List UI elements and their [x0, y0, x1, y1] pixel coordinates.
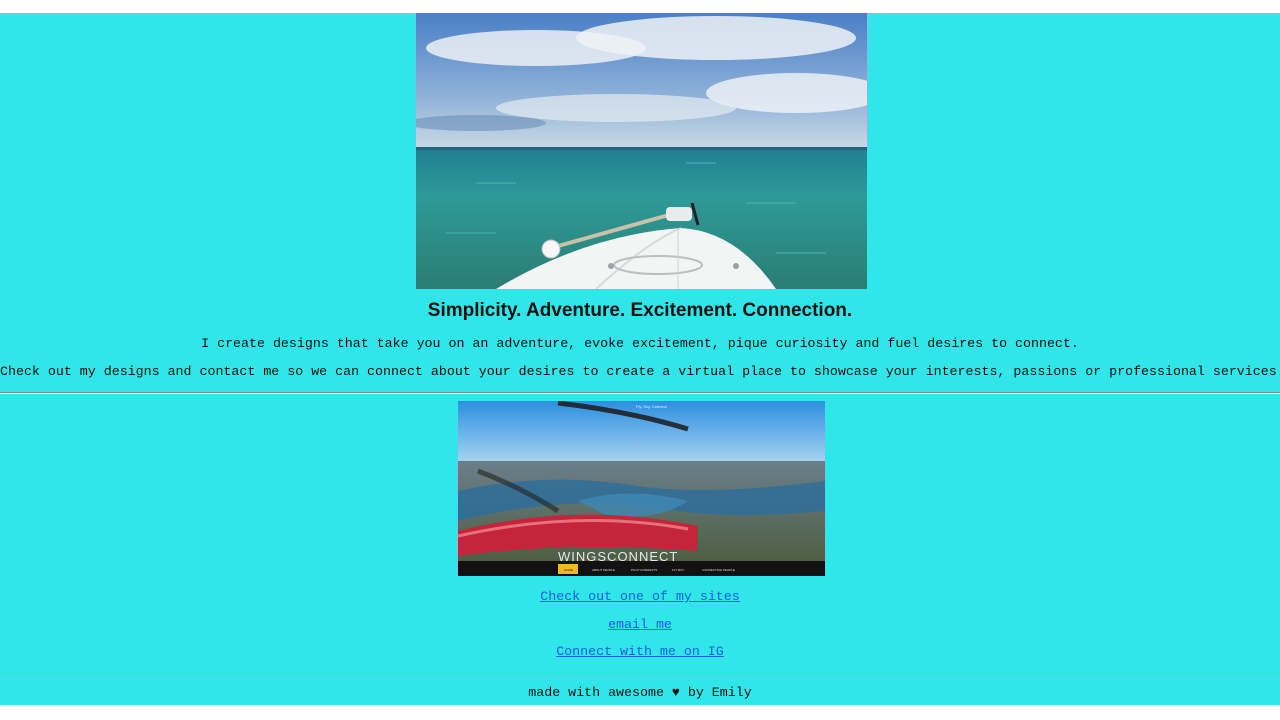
email-me-link[interactable]: email me [608, 617, 672, 632]
hero-image [416, 13, 867, 289]
top-strip [0, 0, 1280, 13]
ig-link-row: Connect with me on IG [0, 644, 1280, 659]
instagram-link[interactable]: Connect with me on IG [556, 644, 724, 659]
site-tiny-title: Fly. Sky. Connect [636, 404, 668, 409]
footer-credit: made with awesome ♥ by Emily [528, 685, 752, 700]
site-preview-image[interactable]: WINGSCONNECT Fly. Sky. Connect HOME ABOU… [458, 401, 825, 576]
footer-divider [0, 673, 1280, 674]
page: Simplicity. Adventure. Excitement. Conne… [0, 13, 1280, 705]
contact-paragraph: Check out my designs and contact me so w… [0, 364, 1280, 379]
intro-paragraph: I create designs that take you on an adv… [201, 336, 1079, 351]
site-nav-item: HOME [564, 568, 573, 572]
site-nav-item: ABOUT PEOPLE [592, 568, 615, 572]
sites-link-row: Check out one of my sites [0, 589, 1280, 604]
email-link-row: email me [0, 617, 1280, 632]
site-nav-item: CONNECTING PEOPLE [702, 568, 735, 572]
site-nav-item: PILOT INTERESTS [631, 568, 657, 572]
site-nav-item: FLY BOY [672, 568, 684, 572]
page-headline: Simplicity. Adventure. Excitement. Conne… [427, 300, 853, 321]
section-divider [0, 392, 1280, 394]
check-out-sites-link[interactable]: Check out one of my sites [540, 589, 740, 604]
bottom-strip [0, 705, 1280, 720]
site-brand-label: WINGSCONNECT [558, 549, 678, 564]
